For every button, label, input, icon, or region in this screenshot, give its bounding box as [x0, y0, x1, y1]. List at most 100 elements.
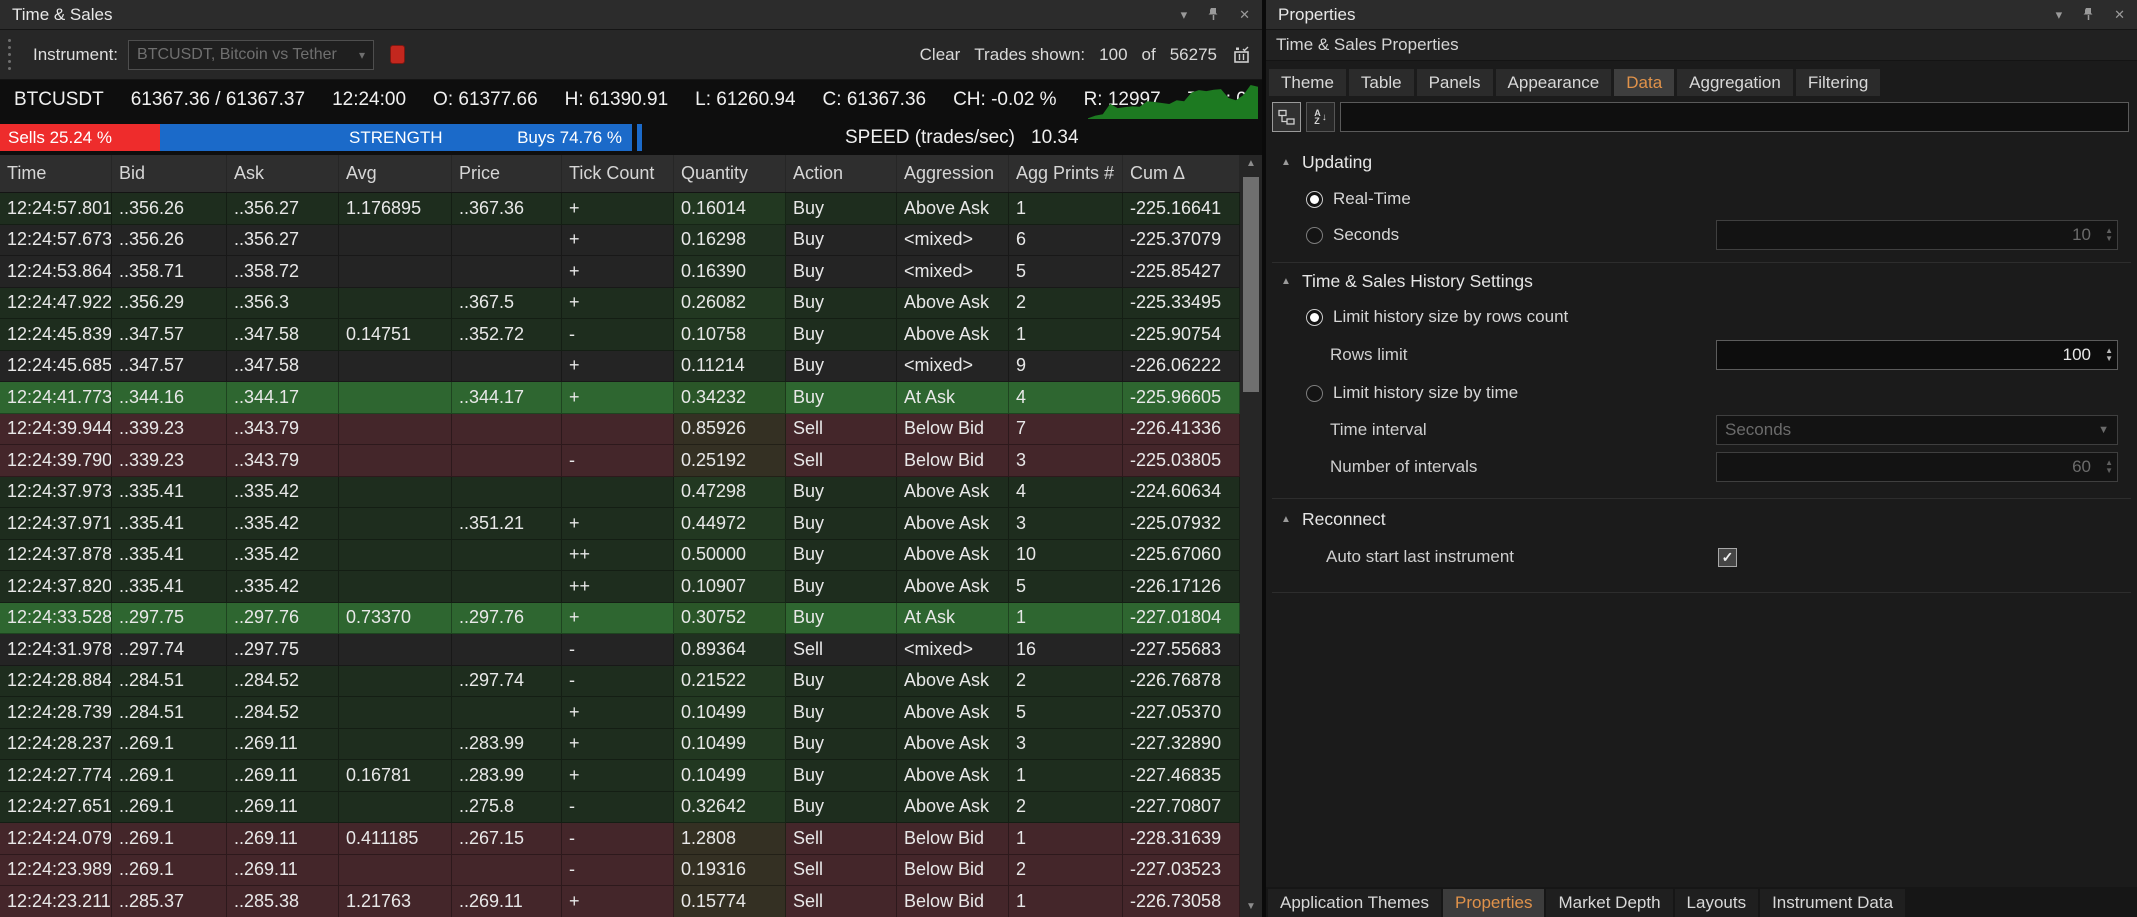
- props-tabs: ThemeTablePanelsAppearanceDataAggregatio…: [1266, 61, 2137, 96]
- table-row[interactable]: 12:24:27.651..269.1..269.11..275.8-0.326…: [0, 792, 1240, 824]
- table-row[interactable]: 12:24:23.989..269.1..269.11-0.19316SellB…: [0, 855, 1240, 887]
- table-row[interactable]: 12:24:37.820..335.41..335.42++0.10907Buy…: [0, 571, 1240, 603]
- table-row[interactable]: 12:24:47.922..356.29..356.3..367.5+0.260…: [0, 288, 1240, 320]
- clear-button[interactable]: Clear: [920, 45, 961, 65]
- num-intervals-input[interactable]: 60 ▲▼: [1716, 452, 2118, 482]
- tab-filtering[interactable]: Filtering: [1796, 69, 1880, 96]
- property-search-input[interactable]: [1340, 102, 2129, 132]
- cell-time: 12:24:37.973: [0, 477, 112, 509]
- table-row[interactable]: 12:24:57.673..356.26..356.27+0.16298Buy<…: [0, 225, 1240, 257]
- table-row[interactable]: 12:24:28.884..284.51..284.52..297.74-0.2…: [0, 666, 1240, 698]
- cell-tick: -: [562, 823, 674, 855]
- panel-menu-icon[interactable]: ▾: [1181, 8, 1188, 21]
- column-header-cum[interactable]: Cum Δ: [1123, 155, 1240, 192]
- cell-action: Buy: [786, 256, 897, 288]
- tab-table[interactable]: Table: [1349, 69, 1414, 96]
- table-row[interactable]: 12:24:24.079..269.1..269.110.411185..267…: [0, 823, 1240, 855]
- strength-bar-sliver: [637, 124, 642, 151]
- table-row[interactable]: 12:24:37.973..335.41..335.420.47298BuyAb…: [0, 477, 1240, 509]
- tab-theme[interactable]: Theme: [1269, 69, 1346, 96]
- cell-cum: -225.85427: [1123, 256, 1240, 288]
- close-icon[interactable]: ✕: [2114, 8, 2125, 21]
- tab-layouts[interactable]: Layouts: [1675, 889, 1759, 917]
- tab-appearance[interactable]: Appearance: [1496, 69, 1612, 96]
- cell-price: ..367.5: [452, 288, 562, 320]
- table-row[interactable]: 12:24:41.773..344.16..344.17..344.17+0.3…: [0, 382, 1240, 414]
- quote-bar: BTCUSDT61367.36 / 61367.3712:24:00O: 613…: [0, 80, 1262, 120]
- cell-prints: 3: [1009, 445, 1123, 477]
- categorized-view-button[interactable]: [1272, 102, 1301, 132]
- table-row[interactable]: 12:24:31.978..297.74..297.75-0.89364Sell…: [0, 634, 1240, 666]
- tab-data[interactable]: Data: [1614, 69, 1674, 96]
- time-interval-select[interactable]: Seconds ▼: [1716, 415, 2118, 445]
- drag-grip-icon[interactable]: [8, 39, 11, 70]
- table-row[interactable]: 12:24:45.839..347.57..347.580.14751..352…: [0, 319, 1240, 351]
- column-header-bid[interactable]: Bid: [112, 155, 227, 192]
- quote-field: C: 61367.36: [823, 89, 927, 111]
- basket-icon[interactable]: [1231, 45, 1252, 65]
- instrument-select[interactable]: BTCUSDT, Bitcoin vs Tether ▾: [128, 40, 374, 70]
- table-scrollbar[interactable]: ▲ ▼: [1240, 155, 1262, 917]
- section-history[interactable]: ▲ Time & Sales History Settings: [1266, 267, 2137, 295]
- table-row[interactable]: 12:24:57.801..356.26..356.271.176895..36…: [0, 193, 1240, 225]
- option-seconds: Seconds 10 ▲▼: [1266, 221, 2137, 249]
- seconds-radio[interactable]: [1306, 227, 1323, 244]
- section-updating[interactable]: ▲ Updating: [1266, 148, 2137, 176]
- cell-ask: ..284.52: [227, 666, 339, 698]
- scrollbar-thumb[interactable]: [1243, 177, 1259, 392]
- cell-price: [452, 855, 562, 887]
- trades-total: 56275: [1170, 45, 1217, 65]
- table-row[interactable]: 12:24:37.878..335.41..335.42++0.50000Buy…: [0, 540, 1240, 572]
- scroll-down-icon[interactable]: ▼: [1240, 898, 1262, 915]
- column-header-aggr[interactable]: Aggression: [897, 155, 1009, 192]
- instrument-state-button[interactable]: [390, 45, 405, 64]
- tab-instrument-data[interactable]: Instrument Data: [1760, 889, 1905, 917]
- table-row[interactable]: 12:24:45.685..347.57..347.58+0.11214Buy<…: [0, 351, 1240, 383]
- cell-tick: -: [562, 855, 674, 887]
- spinner-icon[interactable]: ▲▼: [2105, 455, 2113, 479]
- limit-rows-radio[interactable]: [1306, 309, 1323, 326]
- column-header-qty[interactable]: Quantity: [674, 155, 786, 192]
- rows-limit-input[interactable]: 100 ▲▼: [1716, 340, 2118, 370]
- column-header-tick[interactable]: Tick Count: [562, 155, 674, 192]
- column-header-action[interactable]: Action: [786, 155, 897, 192]
- table-row[interactable]: 12:24:33.528..297.75..297.760.73370..297…: [0, 603, 1240, 635]
- cell-time: 12:24:39.944: [0, 414, 112, 446]
- spinner-icon[interactable]: ▲▼: [2105, 223, 2113, 247]
- table-row[interactable]: 12:24:28.739..284.51..284.52+0.10499BuyA…: [0, 697, 1240, 729]
- auto-start-checkbox[interactable]: ✓: [1718, 548, 1737, 567]
- trades-shown-count: 100: [1099, 45, 1127, 65]
- column-header-prints[interactable]: Agg Prints #: [1009, 155, 1123, 192]
- spinner-icon[interactable]: ▲▼: [2105, 343, 2113, 367]
- table-row[interactable]: 12:24:27.774..269.1..269.110.16781..283.…: [0, 760, 1240, 792]
- table-row[interactable]: 12:24:39.790..339.23..343.79-0.25192Sell…: [0, 445, 1240, 477]
- column-header-price[interactable]: Price: [452, 155, 562, 192]
- column-header-ask[interactable]: Ask: [227, 155, 339, 192]
- tab-application-themes[interactable]: Application Themes: [1268, 889, 1441, 917]
- close-icon[interactable]: ✕: [1239, 8, 1250, 21]
- real-time-radio[interactable]: [1306, 191, 1323, 208]
- table-row[interactable]: 12:24:23.211..285.37..285.381.21763..269…: [0, 886, 1240, 917]
- column-header-avg[interactable]: Avg: [339, 155, 452, 192]
- panel-menu-icon[interactable]: ▾: [2056, 8, 2063, 21]
- column-header-time[interactable]: Time: [0, 155, 112, 192]
- section-reconnect[interactable]: ▲ Reconnect: [1266, 505, 2137, 533]
- alphabetical-sort-button[interactable]: AZ↓: [1306, 102, 1335, 132]
- cell-aggr: <mixed>: [897, 351, 1009, 383]
- quote-field: L: 61260.94: [695, 89, 795, 111]
- table-row[interactable]: 12:24:28.237..269.1..269.11..283.99+0.10…: [0, 729, 1240, 761]
- table-row[interactable]: 12:24:53.864..358.71..358.72+0.16390Buy<…: [0, 256, 1240, 288]
- cell-cum: -226.41336: [1123, 414, 1240, 446]
- seconds-input[interactable]: 10 ▲▼: [1716, 220, 2118, 250]
- pin-icon[interactable]: [1207, 7, 1219, 23]
- tab-properties[interactable]: Properties: [1443, 889, 1544, 917]
- scroll-up-icon[interactable]: ▲: [1240, 155, 1262, 172]
- quote-field: BTCUSDT: [14, 89, 104, 111]
- pin-icon[interactable]: [2082, 7, 2094, 23]
- limit-time-radio[interactable]: [1306, 385, 1323, 402]
- tab-market-depth[interactable]: Market Depth: [1546, 889, 1672, 917]
- table-row[interactable]: 12:24:37.971..335.41..335.42..351.21+0.4…: [0, 508, 1240, 540]
- table-row[interactable]: 12:24:39.944..339.23..343.790.85926SellB…: [0, 414, 1240, 446]
- tab-panels[interactable]: Panels: [1417, 69, 1493, 96]
- tab-aggregation[interactable]: Aggregation: [1677, 69, 1793, 96]
